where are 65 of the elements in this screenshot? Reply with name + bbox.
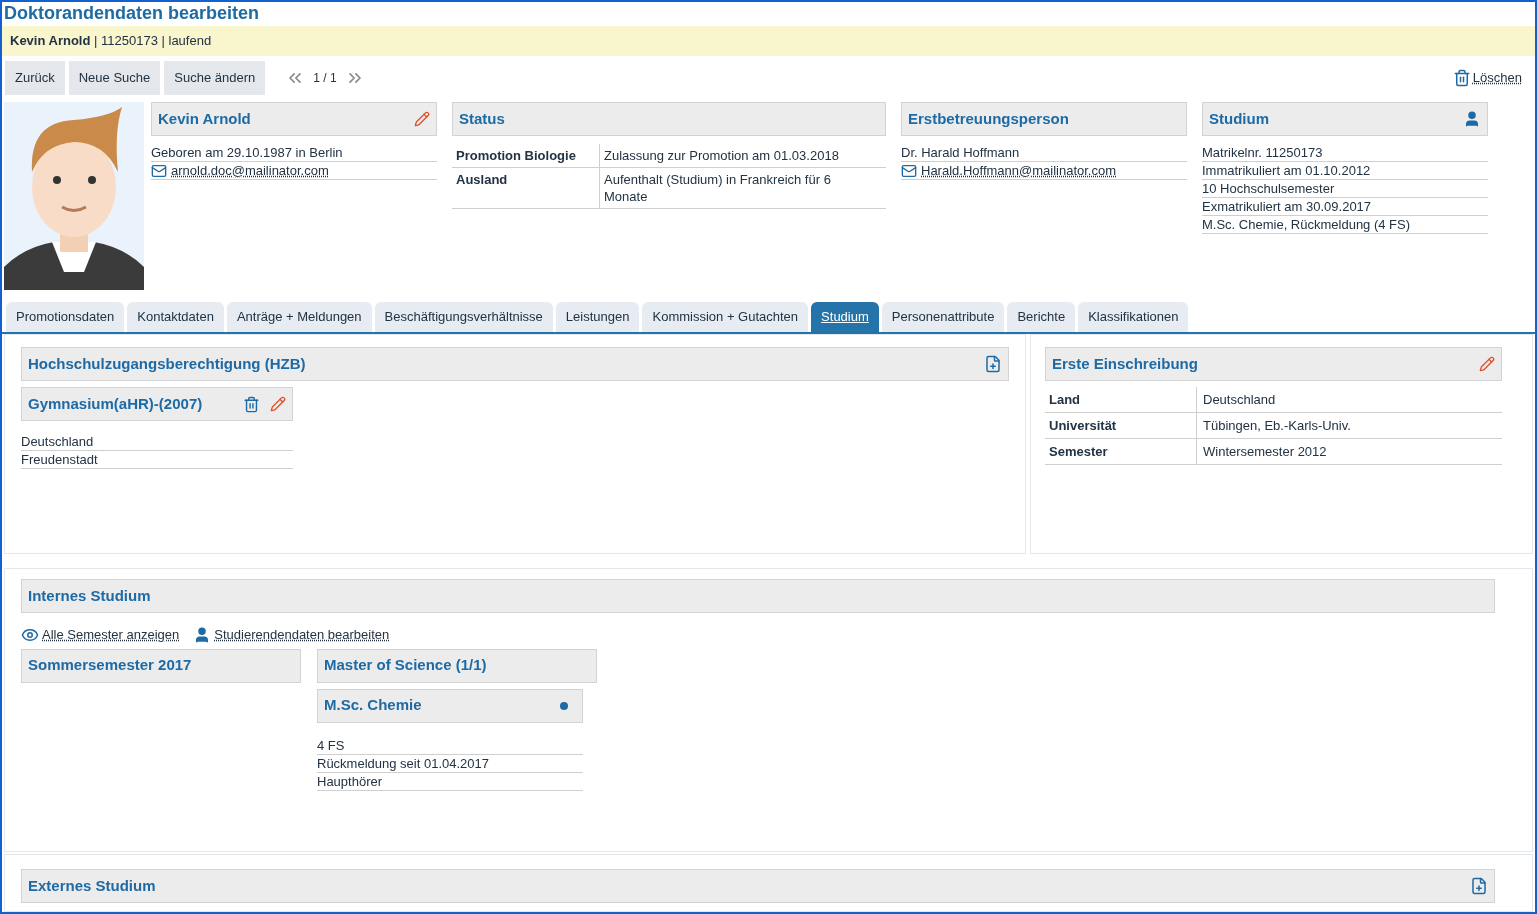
tab[interactable]: Kommission + Gutachten bbox=[642, 302, 809, 332]
internal-title: Internes Studium bbox=[28, 585, 151, 606]
page-title: Doktorandendaten bearbeiten bbox=[3, 2, 261, 24]
hzb-entry-title: Gymnasium(aHR)-(2007) bbox=[28, 393, 203, 414]
studium-card-title: Studium bbox=[1209, 108, 1269, 129]
enrollment-value: Deutschland bbox=[1202, 390, 1277, 409]
semester-title: Sommersemester 2017 bbox=[28, 655, 192, 676]
trash-icon[interactable] bbox=[243, 395, 260, 413]
info-line: 4 FS bbox=[317, 736, 583, 755]
external-title: Externes Studium bbox=[28, 875, 156, 896]
tab[interactable]: Leistungen bbox=[555, 302, 640, 332]
info-line: 10 Hochschulsemester bbox=[1202, 180, 1488, 198]
info-line: M.Sc. Chemie, Rückmeldung (4 FS) bbox=[1202, 216, 1488, 234]
supervisor-card-title: Erstbetreuungsperson bbox=[908, 108, 1069, 129]
edit-student-link[interactable]: Studierendendaten bearbeiten bbox=[193, 625, 390, 645]
trash-icon bbox=[1452, 69, 1471, 87]
show-semesters-link[interactable]: Alle Semester anzeigen bbox=[21, 625, 180, 645]
email-link[interactable]: Harald.Hoffmann@mailinator.com bbox=[921, 162, 1117, 179]
delete-link[interactable]: Löschen bbox=[1452, 68, 1522, 88]
email-link[interactable]: arnold.doc@mailinator.com bbox=[171, 162, 329, 179]
enrollment-value: Tübingen, Eb.-Karls-Univ. bbox=[1202, 416, 1352, 435]
birth-line: Geboren am 29.10.1987 in Berlin bbox=[151, 144, 437, 162]
info-line: Exmatrikuliert am 30.09.2017 bbox=[1202, 198, 1488, 216]
supervisor-name: Dr. Harald Hoffmann bbox=[901, 144, 1187, 162]
enrollment-label: Semester bbox=[1045, 439, 1197, 464]
tab[interactable]: Studium bbox=[811, 302, 879, 332]
tab[interactable]: Berichte bbox=[1007, 302, 1076, 332]
mail-icon bbox=[901, 162, 917, 179]
enrollment-title: Erste Einschreibung bbox=[1052, 353, 1198, 374]
hzb-title: Hochschulzugangsberechtigung (HZB) bbox=[28, 353, 306, 374]
info-line: Matrikelnr. 11250173 bbox=[1202, 144, 1488, 162]
info-line: Immatrikuliert am 01.10.2012 bbox=[1202, 162, 1488, 180]
pager-text: 1 / 1 bbox=[313, 70, 337, 87]
person-card-title: Kevin Arnold bbox=[158, 108, 251, 129]
enrollment-value: Wintersemester 2012 bbox=[1202, 442, 1328, 461]
person-summary: Kevin Arnold | 11250173 | laufend bbox=[10, 32, 212, 51]
tab[interactable]: Anträge + Meldungen bbox=[226, 302, 372, 332]
pencil-icon[interactable] bbox=[414, 111, 430, 127]
info-line: Deutschland bbox=[21, 433, 293, 451]
subject-title: M.Sc. Chemie bbox=[324, 695, 422, 716]
status-value: Aufenthalt (Studium) in Frankreich für 6 Monate bbox=[603, 171, 832, 206]
status-value: Zulassung zur Promotion am 01.03.2018 bbox=[603, 147, 840, 165]
tab[interactable]: Klassifikationen bbox=[1078, 302, 1189, 332]
status-label: Promotion Biologie bbox=[452, 144, 600, 167]
add-document-icon[interactable] bbox=[984, 355, 1002, 373]
mail-icon bbox=[151, 162, 167, 179]
info-line: Rückmeldung seit 01.04.2017 bbox=[317, 754, 583, 773]
person-icon[interactable] bbox=[1463, 110, 1481, 128]
info-line: Freudenstadt bbox=[21, 451, 293, 469]
enrollment-label: Universität bbox=[1045, 413, 1197, 438]
tab[interactable]: Beschäftigungsverhältnisse bbox=[374, 302, 553, 332]
tab[interactable]: Kontaktdaten bbox=[127, 302, 224, 332]
status-label: Ausland bbox=[452, 168, 600, 208]
status-card-title: Status bbox=[459, 108, 505, 129]
toolbar-button[interactable]: Zurück bbox=[5, 61, 65, 95]
pencil-icon[interactable] bbox=[270, 395, 286, 412]
toolbar-button[interactable]: Neue Suche bbox=[68, 61, 161, 95]
degree-title: Master of Science (1/1) bbox=[324, 655, 487, 676]
info-line: Haupthörer bbox=[317, 772, 583, 791]
pencil-icon[interactable] bbox=[1479, 356, 1495, 372]
enrollment-label: Land bbox=[1045, 387, 1197, 412]
tab[interactable]: Promotionsdaten bbox=[6, 302, 125, 332]
tab[interactable]: Personenattribute bbox=[881, 302, 1005, 332]
add-document-icon[interactable] bbox=[1470, 877, 1488, 895]
toolbar-button[interactable]: Suche ändern bbox=[164, 61, 266, 95]
